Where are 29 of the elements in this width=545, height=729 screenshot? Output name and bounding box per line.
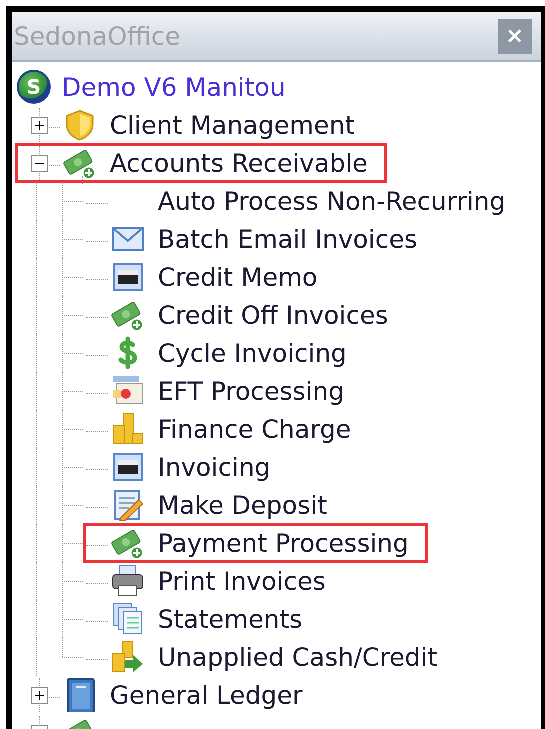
- tree-item[interactable]: Make Deposit: [83, 485, 346, 525]
- logo: S: [17, 70, 51, 104]
- collapse-button[interactable]: [31, 155, 48, 172]
- expand-button[interactable]: [31, 117, 48, 134]
- documents-icon: [111, 602, 145, 636]
- printer-icon: [111, 564, 145, 598]
- tree-item[interactable]: Payment Processing: [83, 523, 428, 563]
- tree-item[interactable]: Print Invoices: [83, 561, 345, 601]
- tree-item[interactable]: Statements: [83, 599, 322, 639]
- tree-item[interactable]: Batch Email Invoices: [83, 219, 437, 259]
- tree-item[interactable]: Cycle Invoicing: [83, 333, 366, 373]
- tree-item[interactable]: General Ledger: [15, 675, 322, 715]
- tree-item[interactable]: Invoicing: [83, 447, 290, 487]
- tree-root-item[interactable]: Demo V6 Manitou: [62, 72, 286, 102]
- coins-icon: [111, 412, 145, 446]
- document-icon: [111, 450, 145, 484]
- tree-item[interactable]: EFT Processing: [83, 371, 364, 411]
- expand-button[interactable]: [31, 687, 48, 704]
- coins-arrow-icon: [111, 640, 145, 674]
- tree-item[interactable]: Unapplied Cash/Credit: [83, 637, 457, 677]
- window-title: SedonaOffice: [14, 22, 181, 50]
- tree-item[interactable]: Client Management: [15, 105, 374, 145]
- tree-item[interactable]: Finance Charge: [83, 409, 370, 449]
- document-icon: [111, 260, 145, 294]
- tree-item[interactable]: Accounts Receivable: [15, 143, 387, 183]
- tree-item[interactable]: Credit Memo: [83, 257, 337, 297]
- tree-item[interactable]: Auto Process Non-Recurring: [83, 181, 525, 221]
- pencil-document-icon: [111, 488, 145, 522]
- tree-item[interactable]: Credit Off Invoices: [83, 295, 408, 335]
